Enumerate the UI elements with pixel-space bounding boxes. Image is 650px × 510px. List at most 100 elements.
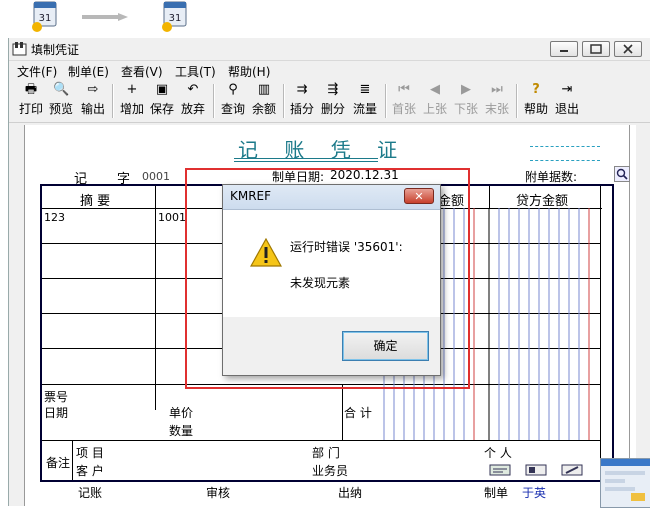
id-card-icon[interactable] [525,464,547,476]
binoculars-icon: ⚲ [228,82,238,97]
summary-header: 摘 要 [80,194,111,209]
insert-row-button[interactable]: ⇉ 插分 [288,82,316,120]
next-icon: ▶ [461,82,471,97]
window-title: 填制凭证 [31,43,80,57]
remark-label: 备注 [46,456,71,470]
unit-price-label: 单价 [169,406,194,420]
grid-line [72,440,73,480]
entry-account-cell[interactable]: 1001 [158,211,186,224]
maker-name: 于英 [522,486,547,500]
entry-summary-cell[interactable]: 123 [44,211,65,224]
maker-label: 制单 [484,486,509,500]
ticket-number-label: 票号 [44,390,69,404]
desktop-calendar-icon-2[interactable]: 31 [158,0,192,34]
error-dialog: KMREF ✕ 运行时错误 '35601': 未发现元素 确定 [222,184,441,376]
desktop-calendar-icon[interactable]: 31 [28,0,62,34]
toolbar-separator [283,84,285,118]
print-button[interactable]: 🖶 打印 [17,82,45,120]
taskbar-thumbnail[interactable] [600,458,650,508]
close-button[interactable] [614,41,642,57]
title-bar: 填制凭证 [9,38,650,61]
grid-line [600,186,601,480]
attach-dash-line-2 [530,160,600,161]
svg-text:31: 31 [39,13,52,24]
svg-text:31: 31 [169,13,182,24]
save-button[interactable]: ▣ 保存 [148,82,176,120]
cash-flow-button[interactable]: ≣ 流量 [351,82,379,120]
last-icon: ⏭ [491,82,503,97]
export-button[interactable]: ⇨ 输出 [79,82,107,120]
dialog-message: 运行时错误 '35601': [290,240,403,254]
balance-button[interactable]: ▥ 余额 [250,82,278,120]
project-label: 项 目 [76,446,104,460]
menu-help[interactable]: 帮助(H) [228,63,270,80]
discard-button[interactable]: ↶ 放弃 [179,82,207,120]
help-button[interactable]: ? 帮助 [522,82,550,120]
printer-icon: 🖶 [24,82,38,97]
prev-voucher-button[interactable]: ◀ 上张 [421,82,449,120]
toolbar-separator [385,84,387,118]
toolbar-separator [213,84,215,118]
minimize-button[interactable] [550,41,578,57]
cashier-label: 出纳 [338,486,363,500]
warning-icon [249,237,283,268]
menu-tools[interactable]: 工具(T) [175,63,216,80]
toolbar-separator [516,84,518,118]
reviewer-label: 审核 [206,486,231,500]
prev-icon: ◀ [430,82,440,97]
help-icon: ? [532,82,540,97]
salesperson-label: 业务员 [312,464,349,478]
sheet-border [24,125,25,506]
save-icon: ▣ [155,82,169,97]
app-icon [12,41,27,56]
delete-row-icon: ⇶ [327,82,339,97]
grid-line [342,384,343,440]
first-icon: ⏮ [398,82,410,97]
add-icon: + [126,82,138,97]
attach-dash-line [530,146,600,147]
delete-row-button[interactable]: ⇶ 删分 [319,82,347,120]
title-underline-2 [234,161,378,162]
dialog-detail: 未发现元素 [290,276,351,290]
total-label: 合 计 [344,406,372,420]
next-voucher-button[interactable]: ▶ 下张 [452,82,480,120]
dialog-body: 运行时错误 '35601': 未发现元素 [223,210,440,317]
search-icon[interactable] [614,166,630,182]
menu-bar: 文件(F) 制单(E) 查看(V) 工具(T) 帮助(H) [9,61,650,79]
attachments-label: 附单据数: [525,170,578,184]
voucher-number[interactable]: 0001 [142,170,170,183]
grid-line [42,440,600,441]
toolbar-separator [112,84,114,118]
export-icon: ⇨ [87,82,99,97]
ok-button[interactable]: 确定 [342,331,429,361]
customer-label: 客 户 [76,464,104,478]
maximize-button[interactable] [582,41,610,57]
arrow-icon [82,10,128,21]
toolbar: 🖶 打印 🔍 预览 ⇨ 输出 + 增加 ▣ 保存 ↶ 放弃 ⚲ 查询 ▥ 余额 ⇉ 插分 ⇶ 删分 … [9,80,650,123]
last-voucher-button[interactable]: ⏭ 末张 [483,82,511,120]
menu-make[interactable]: 制单(E) [68,63,109,80]
chart-icon: ▥ [257,82,271,97]
quantity-label: 数量 [169,424,194,438]
exit-icon: ⇥ [561,82,573,97]
bookkeeper-label: 记账 [78,486,103,500]
title-underline [234,158,378,159]
preview-button[interactable]: 🔍 预览 [47,82,75,120]
menu-file[interactable]: 文件(F) [17,63,57,80]
dialog-close-button[interactable]: ✕ [404,188,434,204]
edit-icon[interactable] [561,464,583,476]
exit-button[interactable]: ⇥ 退出 [553,82,581,120]
card-icon[interactable] [489,464,511,476]
credit-header: 贷方金额 [516,194,569,209]
department-label: 部 门 [312,446,340,460]
preview-icon: 🔍 [53,82,70,97]
add-button[interactable]: + 增加 [118,82,146,120]
grid-line [155,186,156,410]
person-label: 个 人 [484,446,512,460]
first-voucher-button[interactable]: ⏮ 首张 [390,82,418,120]
dialog-title: KMREF [230,189,272,203]
dialog-title-bar: KMREF ✕ [223,185,440,210]
ticket-date-label: 日期 [44,406,69,420]
menu-view[interactable]: 查看(V) [121,63,163,80]
query-button[interactable]: ⚲ 查询 [219,82,247,120]
